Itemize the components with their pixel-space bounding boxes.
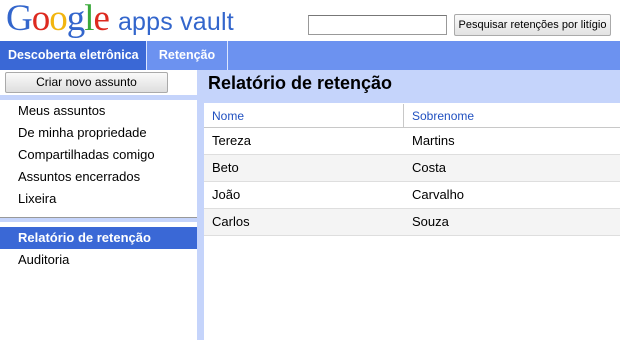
cell-first-name: Beto (212, 160, 239, 175)
logo-letter: l (84, 0, 94, 39)
table-row[interactable]: Beto Costa (204, 155, 620, 182)
logo-letter: o (49, 0, 67, 39)
tab-retention[interactable]: Retenção (146, 41, 228, 70)
sidebar-item-closed-matters[interactable]: Assuntos encerrados (0, 166, 197, 188)
search-holds-button[interactable]: Pesquisar retenções por litígio (454, 14, 611, 36)
logo-letter: o (31, 0, 50, 39)
cell-first-name: Tereza (212, 133, 252, 148)
matters-nav-list: Meus assuntos De minha propriedade Compa… (0, 100, 197, 210)
logo-letter: G (6, 0, 33, 39)
sidebar-item-shared-with-me[interactable]: Compartilhadas comigo (0, 144, 197, 166)
cell-last-name: Souza (412, 214, 449, 229)
table-header-row: Nome Sobrenome (204, 103, 620, 128)
sidebar: Criar novo assunto Meus assuntos De minh… (0, 70, 197, 340)
table-row[interactable]: João Carvalho (204, 182, 620, 209)
reports-nav-list: Relatório de retenção Auditoria (0, 227, 197, 271)
cell-last-name: Carvalho (412, 187, 465, 202)
column-header-first-name[interactable]: Nome (204, 104, 404, 128)
sidebar-item-owned-by-me[interactable]: De minha propriedade (0, 122, 197, 144)
sidebar-divider (0, 217, 197, 222)
cell-last-name: Martins (412, 133, 455, 148)
panel-separator (197, 70, 204, 340)
table-row[interactable]: Carlos Souza (204, 209, 620, 236)
search-input[interactable] (308, 15, 447, 35)
top-nav-bar: Descoberta eletrônica Retenção (0, 41, 620, 70)
column-header-last-name[interactable]: Sobrenome (404, 104, 620, 128)
cell-first-name: João (212, 187, 241, 202)
sidebar-item-audit[interactable]: Auditoria (0, 249, 197, 271)
page-title: Relatório de retenção (208, 73, 393, 93)
product-name: apps vault (117, 8, 234, 36)
google-apps-vault-logo[interactable]: Google apps vault (6, 0, 234, 39)
tab-ediscovery[interactable]: Descoberta eletrônica (0, 41, 146, 70)
main-content: Relatório de retenção Nome Sobrenome Ter… (204, 70, 620, 340)
logo-letter: g (66, 0, 85, 39)
create-new-matter-button[interactable]: Criar novo assunto (5, 72, 168, 93)
sidebar-item-my-matters[interactable]: Meus assuntos (0, 100, 197, 122)
table-row[interactable]: Tereza Martins (204, 128, 620, 155)
sidebar-item-trash[interactable]: Lixeira (0, 188, 197, 210)
retention-report-table: Nome Sobrenome Tereza Martins Beto Costa… (204, 103, 620, 236)
sidebar-item-retention-report[interactable]: Relatório de retenção (0, 227, 197, 249)
logo-wordmark: Google (6, 0, 110, 39)
main-title-bar: Relatório de retenção (204, 70, 620, 103)
cell-first-name: Carlos (212, 214, 250, 229)
cell-last-name: Costa (412, 160, 446, 175)
app-header: Google apps vault Pesquisar retenções po… (0, 0, 620, 41)
logo-letter: e (93, 0, 110, 39)
